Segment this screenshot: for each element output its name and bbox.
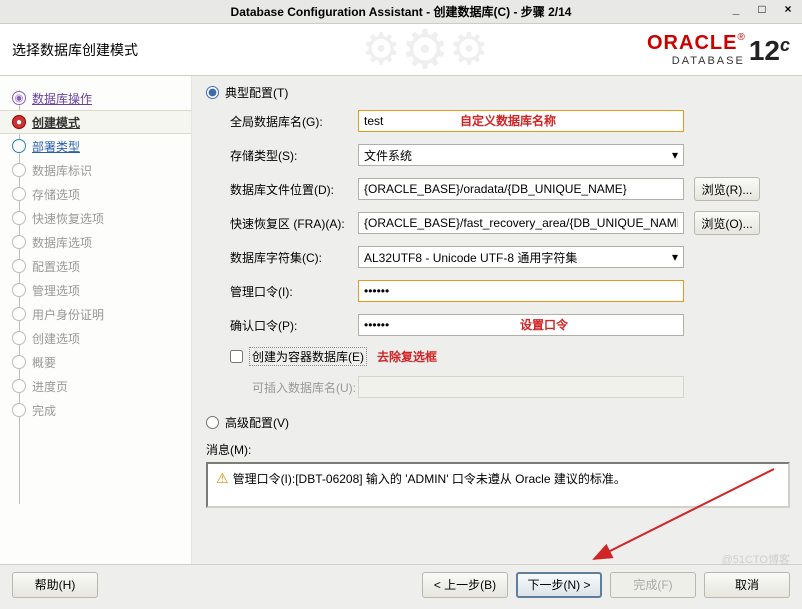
step-db-operation[interactable]: ◉数据库操作 <box>0 86 191 110</box>
radio-advanced[interactable] <box>206 416 219 429</box>
fra-input[interactable] <box>358 212 684 234</box>
db-files-input[interactable] <box>358 178 684 200</box>
step-progress: 进度页 <box>0 374 191 398</box>
brand-version-c: c <box>780 35 790 55</box>
messages-label: 消息(M): <box>206 441 790 458</box>
cancel-button[interactable]: 取消 <box>704 572 790 598</box>
back-button[interactable]: < 上一步(B) <box>422 572 508 598</box>
pdb-name-label: 可插入数据库名(U): <box>252 379 358 396</box>
maximize-icon[interactable]: □ <box>754 2 770 16</box>
warning-icon: ⚠ <box>216 470 229 487</box>
admin-pw-label: 管理口令(I): <box>230 283 358 300</box>
charset-label: 数据库字符集(C): <box>230 249 358 266</box>
banner: 选择数据库创建模式 ⚙⚙⚙ ORACLE® DATABASE 12c <box>0 24 802 76</box>
finish-button: 完成(F) <box>610 572 696 598</box>
step-sidebar: ◉数据库操作 ●创建模式 部署类型 数据库标识 存储选项 快速恢复选项 数据库选… <box>0 76 192 564</box>
brand-oracle-text: ORACLE <box>647 32 737 54</box>
admin-pw-input[interactable] <box>358 280 684 302</box>
footer: 帮助(H) < 上一步(B) 下一步(N) > 完成(F) 取消 <box>0 564 802 604</box>
step-fra: 快速恢复选项 <box>0 206 191 230</box>
watermark: @51CTO博客 <box>722 551 790 567</box>
radio-advanced-label: 高级配置(V) <box>225 414 289 431</box>
chevron-down-icon: ▾ <box>672 148 678 162</box>
brand-logo: ORACLE® DATABASE 12c <box>647 32 790 67</box>
radio-advanced-row[interactable]: 高级配置(V) <box>206 414 790 431</box>
cdb-label: 创建为容器数据库(E) <box>249 347 367 366</box>
close-icon[interactable]: × <box>780 2 796 16</box>
radio-typical-row[interactable]: 典型配置(T) <box>206 84 790 101</box>
step-db-id: 数据库标识 <box>0 158 191 182</box>
storage-type-select[interactable]: 文件系统 ▾ <box>358 144 684 166</box>
minimize-icon[interactable]: _ <box>728 2 744 16</box>
annotation-password: 设置口令 <box>520 316 568 333</box>
help-button[interactable]: 帮助(H) <box>12 572 98 598</box>
cdb-checkbox[interactable] <box>230 350 243 363</box>
annotation-dbname: 自定义数据库名称 <box>460 112 556 129</box>
gears-decoration: ⚙⚙⚙ <box>305 24 545 76</box>
annotation-cdb: 去除复选框 <box>377 348 437 365</box>
content-pane: 典型配置(T) 全局数据库名(G): 自定义数据库名称 存储类型(S): 文件系… <box>192 76 802 564</box>
step-config-options: 配置选项 <box>0 254 191 278</box>
browse-dbfiles-button[interactable]: 浏览(R)... <box>694 177 760 201</box>
messages-box: ⚠ 管理口令(I):[DBT-06208] 输入的 'ADMIN' 口令未遵从 … <box>206 462 790 508</box>
charset-select[interactable]: AL32UTF8 - Unicode UTF-8 通用字符集 ▾ <box>358 246 684 268</box>
radio-typical[interactable] <box>206 86 219 99</box>
next-button[interactable]: 下一步(N) > <box>516 572 602 598</box>
fra-label: 快速恢复区 (FRA)(A): <box>230 215 358 232</box>
db-files-label: 数据库文件位置(D): <box>230 181 358 198</box>
radio-typical-label: 典型配置(T) <box>225 84 288 101</box>
step-creation-mode[interactable]: ●创建模式 <box>0 110 191 134</box>
step-mgmt-options: 管理选项 <box>0 278 191 302</box>
brand-database-text: DATABASE <box>647 55 745 67</box>
global-db-label: 全局数据库名(G): <box>230 113 358 130</box>
step-finish: 完成 <box>0 398 191 422</box>
step-deploy-type[interactable]: 部署类型 <box>0 134 191 158</box>
step-storage: 存储选项 <box>0 182 191 206</box>
window-title: Database Configuration Assistant - 创建数据库… <box>231 3 572 20</box>
confirm-pw-label: 确认口令(P): <box>230 317 358 334</box>
step-create-options: 创建选项 <box>0 326 191 350</box>
chevron-down-icon: ▾ <box>672 250 678 264</box>
browse-fra-button[interactable]: 浏览(O)... <box>694 211 760 235</box>
step-summary: 概要 <box>0 350 191 374</box>
storage-type-label: 存储类型(S): <box>230 147 358 164</box>
step-credentials: 用户身份证明 <box>0 302 191 326</box>
warning-text: 管理口令(I):[DBT-06208] 输入的 'ADMIN' 口令未遵从 Or… <box>233 470 626 487</box>
step-db-options: 数据库选项 <box>0 230 191 254</box>
pdb-name-input <box>358 376 684 398</box>
brand-version-12: 12 <box>749 35 780 66</box>
cdb-checkbox-row[interactable]: 创建为容器数据库(E) 去除复选框 <box>230 347 790 366</box>
page-title: 选择数据库创建模式 <box>12 40 138 60</box>
